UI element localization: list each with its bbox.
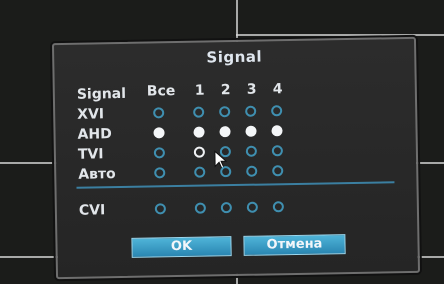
all-column-header: Все (146, 83, 176, 100)
signal-radio-grid (54, 39, 414, 45)
radio-ahd-ch4[interactable] (271, 125, 283, 137)
radio-ahd-all[interactable] (153, 127, 165, 139)
radio-cvi-ch4[interactable] (272, 201, 284, 213)
radio-auto-ch3[interactable] (246, 165, 258, 177)
radio-tvi-ch4[interactable] (271, 145, 283, 157)
radio-auto-ch1[interactable] (194, 166, 206, 178)
cancel-button[interactable]: Отмена (243, 234, 346, 256)
dialog-title: Signal (206, 47, 263, 67)
radio-tvi-all[interactable] (153, 147, 165, 159)
radio-auto-all[interactable] (154, 167, 166, 179)
radio-tvi-ch1[interactable] (193, 146, 205, 158)
radio-ahd-ch2[interactable] (219, 126, 231, 138)
channel-3-header: 3 (246, 81, 257, 98)
radio-auto-ch4[interactable] (272, 165, 284, 177)
row-label-cvi: CVI (78, 202, 106, 219)
radio-xvi-all[interactable] (153, 107, 165, 119)
radio-xvi-ch4[interactable] (271, 105, 283, 117)
signal-dialog: Signal Signal Все 1 2 3 4 XVI AHD TVI Ав… (51, 36, 421, 280)
radio-xvi-ch2[interactable] (219, 106, 231, 118)
channel-2-header: 2 (220, 82, 231, 99)
radio-cvi-ch3[interactable] (246, 201, 258, 213)
signal-column-header: Signal (76, 85, 127, 103)
radio-tvi-ch2[interactable] (219, 146, 231, 158)
background-grid-line (236, 34, 444, 36)
radio-cvi-ch1[interactable] (194, 202, 206, 214)
channel-1-header: 1 (194, 82, 205, 99)
ok-button[interactable]: OK (131, 236, 232, 258)
row-label-tvi: TVI (77, 146, 104, 163)
radio-xvi-ch1[interactable] (193, 106, 205, 118)
radio-tvi-ch3[interactable] (245, 145, 257, 157)
radio-ahd-ch3[interactable] (245, 125, 257, 137)
divider (76, 181, 395, 189)
radio-auto-ch2[interactable] (220, 166, 232, 178)
radio-cvi-ch2[interactable] (220, 202, 232, 214)
row-label-xvi: XVI (77, 106, 105, 123)
channel-4-header: 4 (272, 81, 283, 98)
radio-xvi-ch3[interactable] (245, 105, 257, 117)
radio-cvi-all[interactable] (154, 203, 166, 215)
radio-ahd-ch1[interactable] (193, 126, 205, 138)
row-label-auto: Авто (78, 166, 116, 183)
row-label-ahd: AHD (77, 126, 112, 143)
